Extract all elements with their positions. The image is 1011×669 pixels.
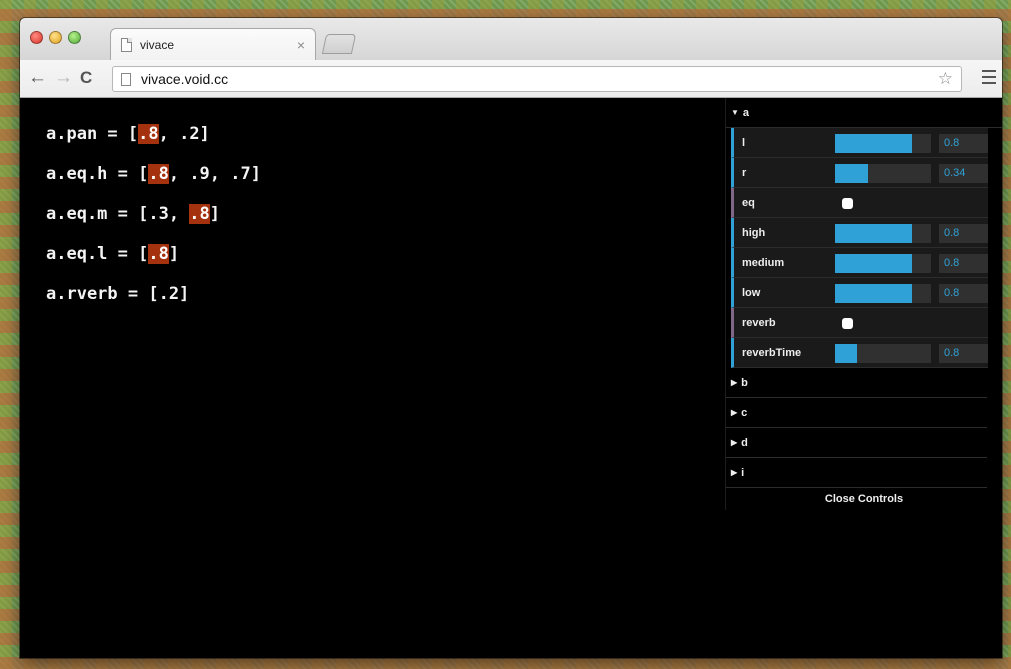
- back-arrow-icon[interactable]: ←: [28, 68, 47, 88]
- tab-title: vivace: [140, 37, 175, 52]
- tab-vivace[interactable]: vivace ×: [110, 28, 316, 60]
- window-controls: [30, 31, 81, 44]
- number-input[interactable]: 0.34: [939, 164, 988, 183]
- control-label: medium: [742, 257, 785, 269]
- controls-panel: ▼ a l 0.8 r 0.34 eq high 0.8 medium 0.8 low 0.8 reve…: [725, 98, 1002, 510]
- control-label: eq: [742, 197, 755, 209]
- slider[interactable]: [835, 134, 931, 153]
- slider-fill: [835, 224, 912, 243]
- control-label: reverb: [742, 317, 776, 329]
- control-row-high: high 0.8: [731, 218, 988, 248]
- control-row-eq: eq: [731, 188, 988, 218]
- control-label: reverbTime: [742, 347, 802, 359]
- highlighted-value: .8: [148, 164, 169, 184]
- reload-icon[interactable]: C: [80, 68, 92, 88]
- code-editor[interactable]: a.pan = [.8, .2] a.eq.h = [.8, .9, .7] a.e…: [46, 122, 261, 322]
- control-row-r: r 0.34: [731, 158, 988, 188]
- slider[interactable]: [835, 284, 931, 303]
- close-window-button[interactable]: [30, 31, 43, 44]
- control-label: low: [742, 287, 761, 299]
- control-row-reverbTime: reverbTime 0.8: [731, 338, 988, 368]
- new-tab-button[interactable]: [321, 34, 357, 54]
- slider[interactable]: [835, 344, 931, 363]
- caret-right-icon: ▶: [731, 468, 738, 477]
- control-row-reverb: reverb: [731, 308, 988, 338]
- folder-c-header[interactable]: ▶ c: [726, 398, 987, 428]
- code-line[interactable]: a.pan = [.8, .2]: [46, 122, 261, 162]
- number-input[interactable]: 0.8: [939, 254, 988, 273]
- hamburger-menu-icon[interactable]: [982, 70, 996, 84]
- slider[interactable]: [835, 164, 931, 183]
- minimize-window-button[interactable]: [49, 31, 62, 44]
- folder-title: b: [741, 377, 748, 389]
- checkbox[interactable]: [842, 318, 853, 329]
- folder-d-header[interactable]: ▶ d: [726, 428, 987, 458]
- control-row-l: l 0.8: [731, 128, 988, 158]
- highlighted-value: .8: [138, 124, 159, 144]
- control-row-medium: medium 0.8: [731, 248, 988, 278]
- control-label: r: [742, 167, 747, 179]
- control-label: l: [742, 137, 746, 149]
- slider-fill: [835, 344, 858, 363]
- slider[interactable]: [835, 224, 931, 243]
- folder-a-rows: l 0.8 r 0.34 eq high 0.8 medium 0.8 low 0.8 reverb r…: [731, 128, 988, 368]
- slider-fill: [835, 284, 912, 303]
- page-icon: [121, 72, 131, 86]
- highlighted-value: .8: [148, 244, 169, 264]
- checkbox[interactable]: [842, 198, 853, 209]
- code-line[interactable]: a.eq.h = [.8, .9, .7]: [46, 162, 261, 202]
- code-text: a.eq.m = [.3,: [46, 204, 190, 224]
- code-line[interactable]: a.eq.m = [.3, .8]: [46, 202, 261, 242]
- caret-right-icon: ▶: [731, 438, 738, 447]
- url-text[interactable]: vivace.void.cc: [141, 71, 938, 87]
- code-text: , .9, .7]: [168, 164, 261, 184]
- code-text: a.eq.h = [: [46, 164, 149, 184]
- number-input[interactable]: 0.8: [939, 134, 988, 153]
- caret-right-icon: ▶: [731, 378, 738, 387]
- folder-i-header[interactable]: ▶ i: [726, 458, 987, 488]
- close-controls-button[interactable]: Close Controls: [726, 488, 1002, 510]
- code-text: a.eq.l = [: [46, 244, 149, 264]
- forward-arrow-icon[interactable]: →: [54, 68, 73, 88]
- page-content: a.pan = [.8, .2] a.eq.h = [.8, .9, .7] a.e…: [20, 98, 1002, 658]
- code-text: ]: [168, 244, 180, 264]
- folder-a-header[interactable]: ▼ a: [726, 98, 1002, 128]
- code-text: a.rverb = [.2]: [46, 284, 190, 304]
- folder-title: a: [742, 107, 750, 119]
- folder-title: i: [741, 467, 745, 479]
- caret-down-icon: ▼: [731, 108, 739, 117]
- code-text: ]: [209, 204, 221, 224]
- bookmark-star-icon[interactable]: ☆: [938, 69, 953, 89]
- caret-right-icon: ▶: [731, 408, 738, 417]
- folder-b-header[interactable]: ▶ b: [726, 368, 987, 398]
- tab-close-icon[interactable]: ×: [297, 37, 305, 53]
- slider[interactable]: [835, 254, 931, 273]
- code-text: a.pan = [: [46, 124, 139, 144]
- number-input[interactable]: 0.8: [939, 284, 988, 303]
- highlighted-value: .8: [189, 204, 210, 224]
- slider-fill: [835, 164, 868, 183]
- folder-title: d: [741, 437, 748, 449]
- number-input[interactable]: 0.8: [939, 224, 988, 243]
- closed-folders: ▶ b ▶ c ▶ d ▶ i: [726, 368, 1002, 488]
- zoom-window-button[interactable]: [68, 31, 81, 44]
- slider-fill: [835, 134, 912, 153]
- code-line[interactable]: a.rverb = [.2]: [46, 282, 261, 322]
- folder-title: c: [741, 407, 748, 419]
- address-bar[interactable]: vivace.void.cc ☆: [112, 66, 962, 92]
- control-row-low: low 0.8: [731, 278, 988, 308]
- page-icon: [121, 37, 132, 52]
- control-label: high: [742, 227, 766, 239]
- code-text: , .2]: [158, 124, 210, 144]
- title-bar: vivace ×: [20, 18, 1002, 60]
- slider-fill: [835, 254, 912, 273]
- browser-toolbar: ← → C vivace.void.cc ☆: [20, 60, 1002, 98]
- number-input[interactable]: 0.8: [939, 344, 988, 363]
- browser-window: vivace × ← → C vivace.void.cc ☆ a.pan = …: [20, 18, 1002, 658]
- code-line[interactable]: a.eq.l = [.8]: [46, 242, 261, 282]
